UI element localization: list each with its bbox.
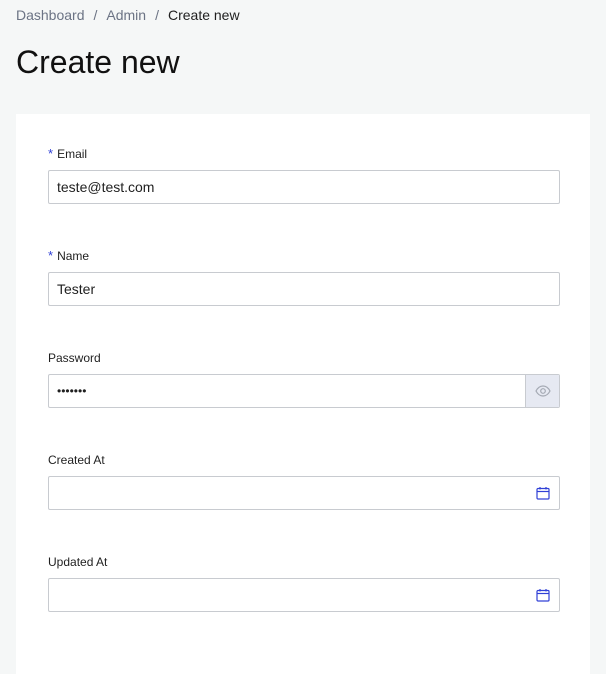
updated-at-field-group: Updated At [48, 554, 560, 612]
updated-at-calendar-button[interactable] [527, 579, 559, 611]
created-at-field-group: Created At [48, 452, 560, 510]
email-field-group: * Email teste@test.com [48, 146, 560, 204]
updated-at-label: Updated At [48, 555, 108, 569]
calendar-icon [536, 589, 550, 602]
required-mark: * [48, 146, 54, 161]
created-at-calendar-button[interactable] [527, 477, 559, 509]
toggle-password-visibility-button[interactable] [525, 375, 559, 407]
name-input[interactable]: Tester [48, 272, 560, 306]
page-title: Create new [16, 44, 180, 80]
name-field-group: * Name Tester [48, 248, 560, 306]
breadcrumb-separator: / [155, 7, 159, 23]
name-input-value: Tester [57, 281, 96, 297]
email-label: * Email [48, 146, 560, 162]
email-input[interactable]: teste@test.com [48, 170, 560, 204]
email-label-text: Email [57, 147, 88, 161]
updated-at-input[interactable] [48, 578, 560, 612]
created-at-input[interactable] [48, 476, 560, 510]
breadcrumb-dashboard-link[interactable]: Dashboard [16, 6, 85, 24]
breadcrumb-separator: / [93, 7, 98, 23]
required-mark: * [48, 248, 54, 263]
form-card: * Email teste@test.com * Name Tester Pas… [16, 114, 590, 674]
password-input[interactable]: ••••••• [48, 374, 560, 408]
breadcrumb-current: Create new [167, 7, 240, 23]
email-input-value: teste@test.com [57, 179, 155, 195]
breadcrumb: Dashboard / Admin / Create new [16, 6, 240, 24]
name-label-text: Name [57, 249, 90, 263]
eye-icon [534, 385, 551, 397]
password-field-group: Password ••••••• [48, 350, 560, 408]
password-input-value: ••••••• [57, 384, 87, 398]
calendar-icon [536, 487, 550, 500]
password-label: Password [48, 351, 101, 365]
created-at-label: Created At [48, 453, 105, 467]
name-label: * Name [48, 248, 560, 264]
breadcrumb-admin-link[interactable]: Admin [106, 6, 146, 24]
